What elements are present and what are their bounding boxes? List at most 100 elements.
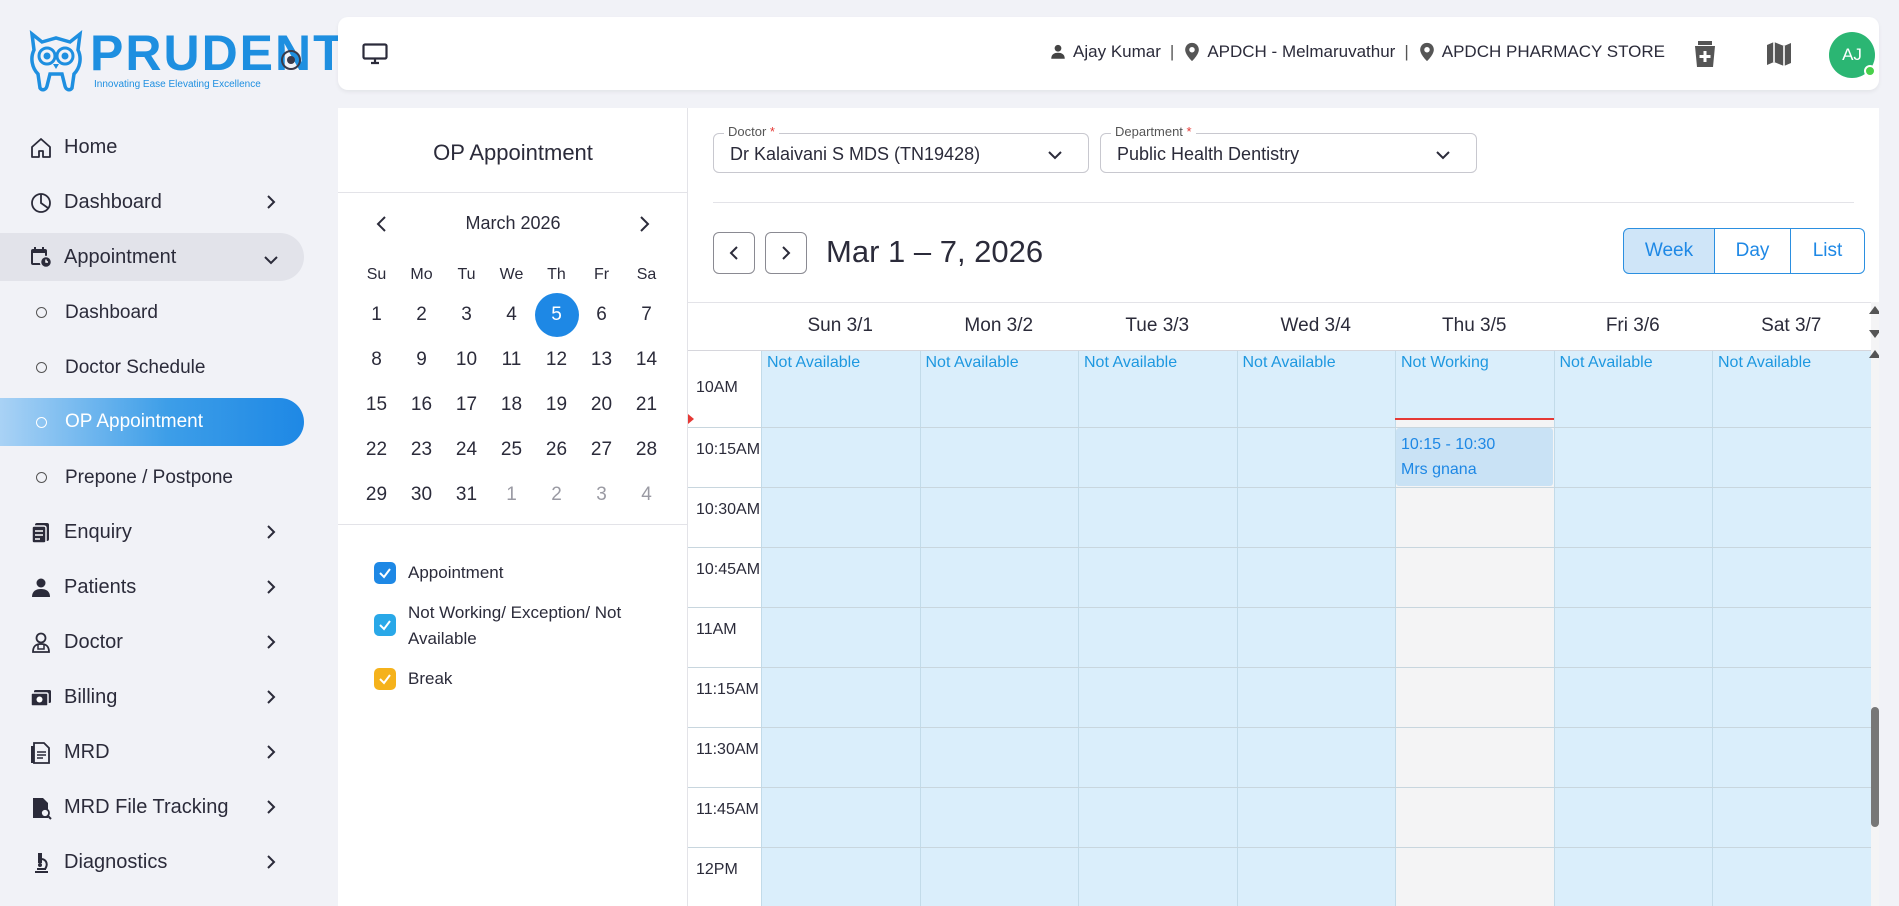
calendar-date[interactable]: 27 [579, 427, 624, 472]
availability-label: Not Available [1559, 354, 1653, 371]
calendar-date[interactable]: 31 [444, 472, 489, 517]
sidebar-item-home[interactable]: Home [0, 120, 338, 175]
calendar-scrollbar[interactable] [1869, 302, 1879, 906]
calendar-date[interactable]: 4 [489, 292, 534, 337]
calendar-date[interactable]: 18 [489, 382, 534, 427]
calendar-date[interactable]: 9 [399, 337, 444, 382]
calendar-date[interactable]: 1 [489, 472, 534, 517]
store-info[interactable]: APDCH PHARMACY STORE [1418, 42, 1665, 62]
day-column-not-available[interactable]: Not Available [919, 351, 1078, 906]
date-number: 3 [461, 304, 472, 325]
calendar-date[interactable]: 6 [579, 292, 624, 337]
chevron-right-icon [267, 195, 276, 209]
sidebar-item-enquiry[interactable]: Enquiry [0, 505, 338, 560]
calendar-date[interactable]: 29 [354, 472, 399, 517]
day-header[interactable]: Sun 3/1 [761, 302, 920, 350]
calendar-date[interactable]: 19 [534, 382, 579, 427]
day-header[interactable]: Fri 3/6 [1554, 302, 1713, 350]
day-column-not-available[interactable]: Not Available [1236, 351, 1395, 906]
day-header[interactable]: Mon 3/2 [920, 302, 1079, 350]
day-header[interactable]: Tue 3/3 [1078, 302, 1237, 350]
scroll-up-icon[interactable] [1869, 350, 1879, 358]
checkbox-checked-icon[interactable] [374, 668, 396, 690]
pie-chart-icon [28, 190, 54, 216]
calendar-date[interactable]: 15 [354, 382, 399, 427]
date-number: 1 [506, 484, 517, 505]
sidebar-item-doctor[interactable]: Doctor [0, 615, 338, 670]
date-number: 4 [641, 484, 652, 505]
user-avatar[interactable]: AJ [1829, 32, 1876, 78]
calendar-date[interactable]: 10 [444, 337, 489, 382]
day-header[interactable]: Wed 3/4 [1237, 302, 1396, 350]
chevron-down-icon [1436, 151, 1450, 160]
chevron-right-icon[interactable] [634, 214, 654, 234]
scroll-up-icon[interactable] [1869, 306, 1879, 314]
calendar-date[interactable]: 11 [489, 337, 534, 382]
calendar-date[interactable]: 26 [534, 427, 579, 472]
calendar-date[interactable]: 12 [534, 337, 579, 382]
calendar-date[interactable]: 16 [399, 382, 444, 427]
sidebar-item-patients[interactable]: Patients [0, 560, 338, 615]
sidebar-item-diagnostics[interactable]: Diagnostics [0, 835, 338, 890]
map-icon[interactable] [1765, 40, 1793, 68]
calendar-date[interactable]: 28 [624, 427, 669, 472]
field-label: Department * [1111, 124, 1196, 139]
day-header[interactable]: Sat 3/7 [1712, 302, 1871, 350]
brand-name: PRUDENT [90, 25, 346, 81]
next-week-button[interactable] [765, 232, 807, 274]
calendar-date[interactable]: 13 [579, 337, 624, 382]
calendar-date[interactable]: 21 [624, 382, 669, 427]
sidebar-subitem-prepone-postpone[interactable]: Prepone / Postpone [0, 450, 338, 505]
calendar-date[interactable]: 23 [399, 427, 444, 472]
scrollbar-thumb[interactable] [1871, 707, 1879, 827]
sidebar-item-mrd-file-tracking[interactable]: MRD File Tracking [0, 780, 338, 835]
sidebar-subitem-doctor-schedule[interactable]: Doctor Schedule [0, 340, 338, 395]
view-day-button[interactable]: Day [1715, 228, 1791, 274]
calendar-date[interactable]: 8 [354, 337, 399, 382]
doctor-select[interactable]: Doctor * Dr Kalaivani S MDS (TN19428) [713, 124, 1089, 173]
sidebar-item-mrd[interactable]: MRD [0, 725, 338, 780]
calendar-date[interactable]: 22 [354, 427, 399, 472]
day-column-not-available[interactable]: Not Available [761, 351, 920, 906]
day-column-not-available[interactable]: Not Available [1078, 351, 1237, 906]
date-number: 3 [596, 484, 607, 505]
day-column-not-available[interactable]: Not Available [1553, 351, 1712, 906]
calendar-date[interactable]: 25 [489, 427, 534, 472]
sidebar-item-billing[interactable]: Billing [0, 670, 338, 725]
sidebar-pin-toggle[interactable] [281, 50, 301, 70]
calendar-date[interactable]: 1 [354, 292, 399, 337]
legend-not-working[interactable]: Not Working/ Exception/ Not Available [374, 600, 674, 652]
branch-info[interactable]: APDCH - Melmaruvathur [1183, 42, 1395, 62]
department-select[interactable]: Department * Public Health Dentistry [1100, 124, 1477, 173]
calendar-date[interactable]: 17 [444, 382, 489, 427]
calendar-date[interactable]: 2 [534, 472, 579, 517]
calendar-date[interactable]: 14 [624, 337, 669, 382]
view-list-button[interactable]: List [1791, 228, 1865, 274]
appointment-event[interactable]: 10:15 - 10:30 Mrs gnana [1396, 428, 1553, 486]
user-info[interactable]: Ajay Kumar [1049, 42, 1161, 62]
legend-break[interactable]: Break [374, 666, 674, 692]
calendar-date[interactable]: 24 [444, 427, 489, 472]
sidebar-subitem-op-appointment[interactable]: OP Appointment [0, 398, 304, 446]
view-week-button[interactable]: Week [1623, 228, 1715, 274]
day-column-not-available[interactable]: Not Available [1712, 351, 1871, 906]
sidebar-item-dashboard[interactable]: Dashboard [0, 175, 338, 230]
monitor-icon[interactable] [362, 43, 388, 65]
checkbox-checked-icon[interactable] [374, 562, 396, 584]
calendar-date[interactable]: 30 [399, 472, 444, 517]
day-header[interactable]: Thu 3/5 [1395, 302, 1554, 350]
prev-week-button[interactable] [713, 232, 755, 274]
scroll-down-icon[interactable] [1869, 330, 1879, 338]
calendar-date[interactable]: 4 [624, 472, 669, 517]
sidebar-subitem-dashboard[interactable]: Dashboard [0, 285, 338, 340]
calendar-date[interactable]: 3 [444, 292, 489, 337]
pharmacy-icon[interactable] [1691, 40, 1719, 68]
sidebar-item-appointment[interactable]: Appointment [0, 233, 304, 281]
calendar-date[interactable]: 20 [579, 382, 624, 427]
calendar-date[interactable]: 3 [579, 472, 624, 517]
checkbox-checked-icon[interactable] [374, 614, 396, 636]
legend-appointment[interactable]: Appointment [374, 560, 674, 586]
selected-date[interactable]: 5 [534, 292, 579, 337]
calendar-date[interactable]: 7 [624, 292, 669, 337]
calendar-date[interactable]: 2 [399, 292, 444, 337]
